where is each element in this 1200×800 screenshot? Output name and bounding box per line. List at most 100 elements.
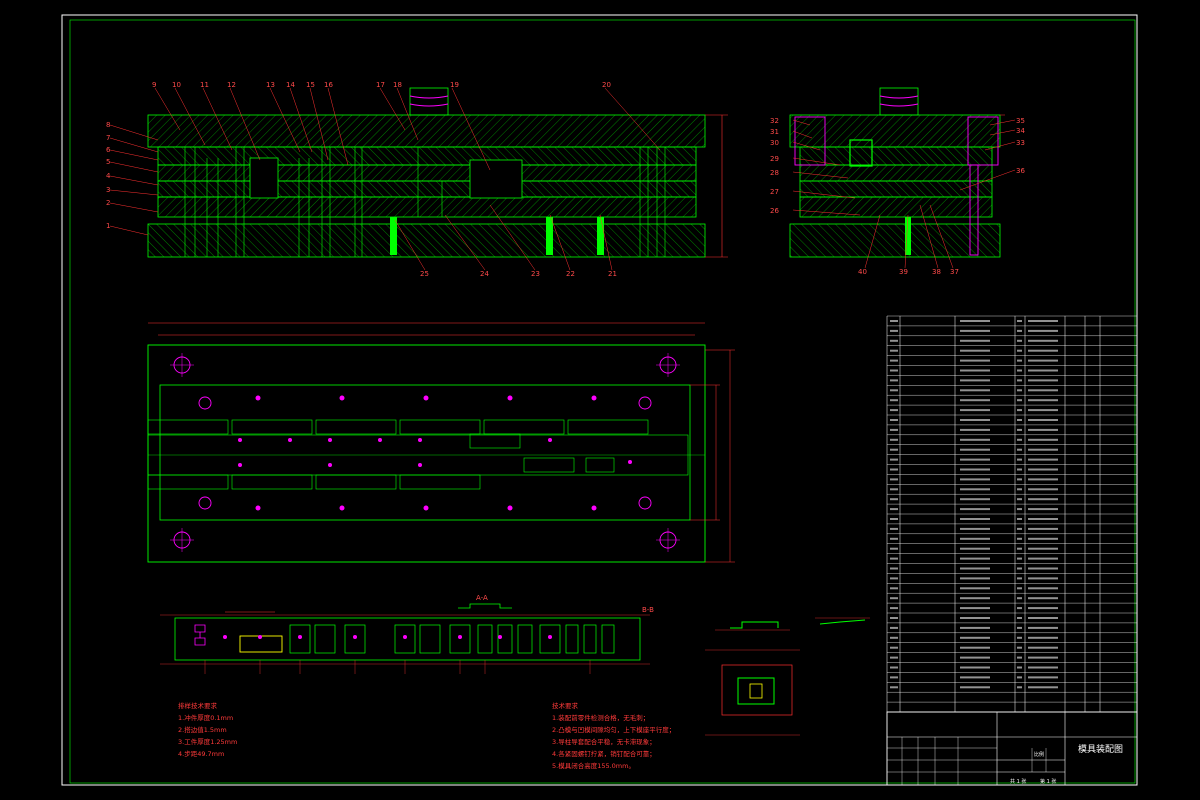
bom-cell-mark xyxy=(1028,468,1058,471)
part-number-10: 10 xyxy=(172,81,181,89)
bom-cell-mark xyxy=(1028,419,1058,421)
bom-cell-mark xyxy=(890,320,898,322)
strip-note-line: 1.冲件厚度0.1mm xyxy=(178,713,233,722)
bom-cell-mark xyxy=(1028,329,1058,332)
drawing-title: 模具装配图 xyxy=(1078,743,1123,755)
bom-cell-mark xyxy=(890,359,898,362)
part-number-29: 29 xyxy=(770,155,779,163)
bom-cell-mark xyxy=(1028,518,1058,520)
bom-cell-mark xyxy=(1017,428,1022,431)
bom-cell-mark xyxy=(1017,468,1022,471)
bom-cell-mark xyxy=(960,527,990,530)
bom-cell-mark xyxy=(1017,676,1022,679)
bom-cell-mark xyxy=(1017,646,1022,649)
bom-cell-mark xyxy=(1017,527,1022,530)
bom-cell-mark xyxy=(890,686,898,689)
bom-cell-mark xyxy=(960,607,990,610)
bom-cell-mark xyxy=(960,379,990,382)
bom-cell-mark xyxy=(960,518,990,520)
bom-cell-mark xyxy=(1017,389,1022,392)
technical-requirements: 技术要求 1.装配前零件检测合格，无毛刺； 2.凸模与凹模间隙均匀，上下模座平行… xyxy=(552,701,675,770)
bom-cell-mark xyxy=(890,468,898,471)
bom-cell-mark xyxy=(890,567,898,570)
bom-cell-mark xyxy=(1028,636,1058,639)
part-number-25: 25 xyxy=(420,270,429,278)
bom-cell-mark xyxy=(1017,399,1022,402)
bom-cell-mark xyxy=(1028,617,1058,619)
part-number-37: 37 xyxy=(950,268,959,276)
bom-cell-mark xyxy=(1028,478,1058,481)
bom-cell-mark xyxy=(960,617,990,619)
bom-cell-mark xyxy=(1028,626,1058,629)
part-number-19: 19 xyxy=(450,81,459,89)
bom-cell-mark xyxy=(1017,537,1022,540)
bom-cell-mark xyxy=(1028,409,1058,412)
bom-cell-mark xyxy=(1028,646,1058,649)
bom-cell-mark xyxy=(890,419,898,421)
part-number-20: 20 xyxy=(602,81,611,89)
bom-cell-mark xyxy=(960,656,990,659)
part-number-32: 32 xyxy=(770,117,779,125)
part-number-35: 35 xyxy=(1016,117,1025,125)
section-label-aa: A-A xyxy=(476,594,488,602)
bom-cell-mark xyxy=(960,409,990,412)
bom-cell-mark xyxy=(960,448,990,451)
bom-cell-mark xyxy=(960,676,990,679)
bom-cell-mark xyxy=(1017,626,1022,629)
bom-cell-mark xyxy=(890,329,898,332)
part-number-12: 12 xyxy=(227,81,236,89)
bom-cell-mark xyxy=(1028,438,1058,441)
bom-cell-mark xyxy=(890,666,898,669)
part-number-27: 27 xyxy=(770,188,779,196)
part-number-17: 17 xyxy=(376,81,385,89)
bom-cell-mark xyxy=(890,409,898,412)
top-plan-view xyxy=(147,322,735,563)
part-number-8: 8 xyxy=(106,121,110,129)
bom-cell-mark xyxy=(1017,488,1022,491)
bom-cell-mark xyxy=(1017,617,1022,619)
bom-cell-mark xyxy=(890,597,898,600)
bom-cell-mark xyxy=(1017,339,1022,342)
bom-cell-mark xyxy=(960,369,990,372)
tech-req-line: 4.各紧固螺钉拧紧，销钉配合可靠； xyxy=(552,749,656,758)
bom-cell-mark xyxy=(1028,557,1058,560)
bom-cell-mark xyxy=(960,428,990,431)
part-number-6: 6 xyxy=(106,146,111,154)
bom-cell-mark xyxy=(1028,607,1058,610)
part-number-40: 40 xyxy=(858,268,867,276)
bom-cell-mark xyxy=(890,537,898,540)
bom-cell-mark xyxy=(960,636,990,639)
bom-cell-mark xyxy=(890,339,898,342)
bom-cell-mark xyxy=(1017,518,1022,520)
bom-cell-mark xyxy=(1017,478,1022,481)
bom-cell-mark xyxy=(1028,320,1058,322)
bom-cell-mark xyxy=(1017,656,1022,659)
bom-cell-mark xyxy=(1017,636,1022,639)
tech-req-line: 5.模具闭合高度155.0mm。 xyxy=(552,761,635,770)
strip-layout-view: A-A B-B xyxy=(160,594,654,674)
bom-cell-mark xyxy=(1028,339,1058,342)
bom-cell-mark xyxy=(890,488,898,491)
bom-cell-mark xyxy=(1028,547,1058,550)
bom-cell-mark xyxy=(1017,547,1022,550)
bom-cell-mark xyxy=(960,419,990,421)
part-number-26: 26 xyxy=(770,207,779,215)
bom-cell-mark xyxy=(1017,349,1022,352)
bom-cell-mark xyxy=(890,676,898,679)
part-number-28: 28 xyxy=(770,169,779,177)
part-number-13: 13 xyxy=(266,81,275,89)
bom-cell-mark xyxy=(960,488,990,491)
bom-cell-mark xyxy=(1028,597,1058,600)
bom-cell-mark xyxy=(1028,508,1058,511)
bom-cell-mark xyxy=(960,468,990,471)
cad-drawing-canvas: 9 10 11 12 13 14 15 16 17 18 19 20 8 7 6… xyxy=(61,14,1138,786)
bom-cell-mark xyxy=(1017,419,1022,421)
bom-cell-mark xyxy=(1028,676,1058,679)
bom-cell-mark xyxy=(960,567,990,570)
scale-label: 比例 xyxy=(1034,751,1044,758)
part-number-18: 18 xyxy=(393,81,402,89)
bom-cell-mark xyxy=(1028,369,1058,372)
part-number-5: 5 xyxy=(106,158,110,166)
part-number-4: 4 xyxy=(106,172,111,180)
bom-cell-mark xyxy=(890,547,898,550)
